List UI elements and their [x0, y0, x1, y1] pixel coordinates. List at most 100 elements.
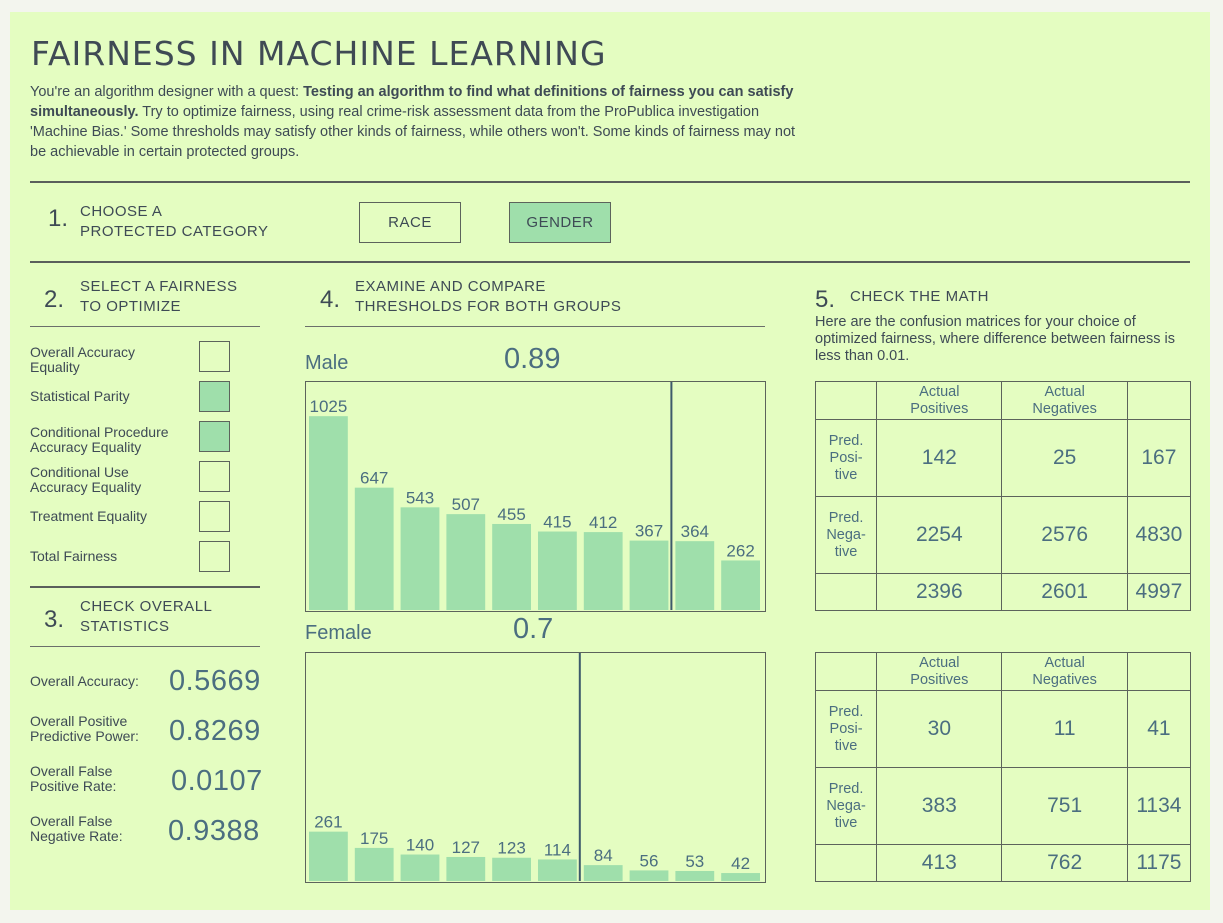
matrix-cell: 167 [1126, 419, 1192, 497]
male-bar [675, 541, 715, 610]
col-header-total [1126, 652, 1192, 691]
option-treatment-equality-checkbox[interactable] [199, 501, 230, 532]
step4-label: EXAMINE AND COMPARE THRESHOLDS FOR BOTH … [355, 277, 621, 317]
male-bar [629, 540, 669, 610]
step2-label: SELECT A FAIRNESS TO OPTIMIZE [80, 277, 237, 317]
female-bar-label: 127 [452, 838, 480, 857]
matrix-cell: 2576 [1001, 496, 1128, 574]
divider [30, 181, 1190, 183]
option-conditional-procedure-label: Conditional Procedure Accuracy Equality [30, 425, 169, 455]
stat-label-line1: Overall Accuracy: [30, 673, 139, 689]
stat-label-line2: Predictive Power: [30, 728, 139, 744]
matrix-cell: 41 [1126, 690, 1192, 768]
female-bar-label: 123 [497, 839, 525, 858]
matrix-cell: 413 [876, 844, 1003, 882]
option-statistical-parity-checkbox[interactable] [199, 381, 230, 412]
female-bar-label: 140 [406, 836, 434, 855]
confusion-matrix-female: Actual Positives Actual Negatives Pred. P… [814, 652, 1192, 882]
stat-accuracy-value: 0.5669 [169, 665, 261, 697]
row-header-line: Pred. [828, 432, 864, 449]
female-bar [583, 865, 623, 881]
matrix-cell: 1134 [1126, 767, 1192, 845]
option-statistical-parity-label: Statistical Parity [30, 389, 130, 404]
matrix-cell: 2601 [1001, 573, 1128, 611]
row-header-pred-positive: Pred. Posi-tive [814, 419, 878, 497]
male-bar [354, 487, 394, 610]
step4-label-line1: EXAMINE AND COMPARE [355, 278, 546, 295]
option-label-line2: Accuracy Equality [30, 479, 142, 495]
col-header-text: Actual Positives [910, 654, 969, 688]
male-bar [446, 514, 486, 610]
divider [30, 261, 1190, 263]
step3-label: CHECK OVERALL STATISTICS [80, 597, 212, 637]
matrix-cell: 762 [1001, 844, 1128, 882]
male-bar [538, 531, 577, 610]
col-header-total [1126, 381, 1192, 420]
row-header-line: Nega- [826, 797, 866, 814]
option-total-fairness-checkbox[interactable] [199, 541, 230, 572]
row-header-line: tive [834, 466, 858, 483]
step5-number: 5. [815, 286, 836, 313]
step3-label-line1: CHECK OVERALL [80, 598, 213, 615]
row-header-pred-positive: Pred. Posi-tive [814, 690, 878, 768]
stat-label-line1: Overall False [30, 763, 113, 779]
option-conditional-use-label: Conditional Use Accuracy Equality [30, 465, 141, 495]
option-conditional-use-checkbox[interactable] [199, 461, 230, 492]
male-bar-label: 543 [406, 488, 434, 507]
female-bar [354, 847, 394, 881]
race-button[interactable]: RACE [359, 202, 461, 243]
male-bar [721, 560, 760, 610]
male-bar-label: 415 [543, 513, 571, 532]
intro-text: You're an algorithm designer with a ques… [30, 82, 800, 162]
male-histogram[interactable]: 1025 647 543 507 455 415 412 367 364 262 [305, 381, 766, 612]
male-bar-label: 262 [726, 541, 754, 560]
male-bar-label: 647 [360, 469, 388, 488]
matrix-corner [814, 381, 878, 420]
intro-rest: Try to optimize fairness, using real cri… [30, 104, 796, 160]
option-label-line1: Overall Accuracy [30, 344, 136, 360]
row-header-pred-negative: Pred. Nega-tive [814, 767, 878, 845]
option-conditional-procedure-checkbox[interactable] [199, 421, 230, 452]
option-label-line2: Equality [30, 359, 80, 375]
male-histogram-svg: 1025 647 543 507 455 415 412 367 364 262 [309, 382, 760, 610]
stat-fpr-value: 0.0107 [171, 765, 263, 797]
male-bar [400, 507, 440, 610]
gender-button[interactable]: GENDER [509, 202, 611, 243]
female-histogram-svg: 261 175 140 127 123 114 84 56 53 42 [309, 653, 760, 881]
matrix-cell: 2254 [876, 496, 1003, 574]
option-treatment-equality-label: Treatment Equality [30, 509, 147, 524]
option-label-line1: Conditional Use [30, 464, 129, 480]
stat-label-line1: Overall False [30, 813, 113, 829]
divider [30, 586, 260, 588]
male-bar-label: 367 [635, 522, 663, 541]
stat-ppv-label: Overall Positive Predictive Power: [30, 714, 139, 744]
option-label-line1: Treatment Equality [30, 508, 147, 524]
row-header-line: tive [834, 543, 858, 560]
male-bar [492, 523, 531, 610]
step1-label-line2: PROTECTED CATEGORY [80, 223, 269, 240]
step1-number: 1. [48, 205, 69, 232]
col-header-actual-positives: Actual Positives [876, 381, 1003, 420]
step2-number: 2. [44, 286, 65, 313]
male-group-label: Male [305, 352, 349, 374]
row-header-total [814, 573, 878, 611]
step3-label-line2: STATISTICS [80, 618, 170, 635]
row-header-line: Nega- [826, 526, 866, 543]
option-overall-accuracy-checkbox[interactable] [199, 341, 230, 372]
option-label-line1: Total Fairness [30, 548, 118, 564]
divider [30, 326, 260, 327]
divider [30, 646, 260, 647]
option-total-fairness-label: Total Fairness [30, 549, 117, 564]
male-bar-label: 1025 [309, 397, 347, 416]
matrix-cell: 4997 [1126, 573, 1192, 611]
female-histogram[interactable]: 261 175 140 127 123 114 84 56 53 42 [305, 652, 766, 883]
male-threshold-value: 0.89 [504, 343, 561, 375]
divider [305, 326, 765, 327]
step5-label: CHECK THE MATH [850, 288, 989, 305]
stat-fnr-value: 0.9388 [168, 815, 260, 847]
step1-label-line1: CHOOSE A [80, 203, 163, 220]
col-header-actual-positives: Actual Positives [876, 652, 1003, 691]
col-header-actual-negatives: Actual Negatives [1001, 381, 1128, 420]
male-bar-label: 412 [589, 513, 617, 532]
female-group-label: Female [305, 622, 372, 644]
